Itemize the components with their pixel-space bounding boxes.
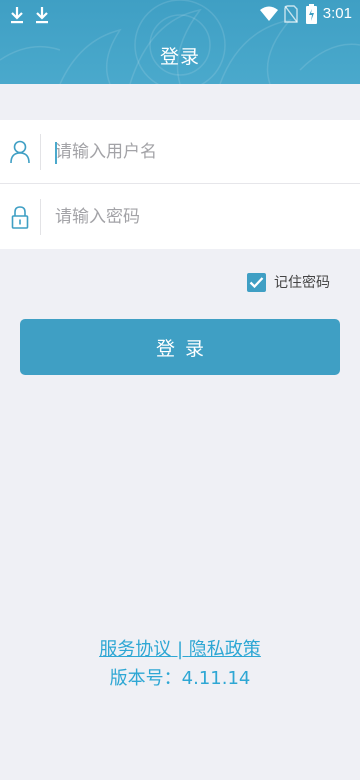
remember-checkbox[interactable] [247, 272, 266, 292]
username-input[interactable] [55, 134, 345, 170]
password-row [0, 185, 360, 249]
status-time: 3:01 [322, 5, 352, 22]
text-cursor [55, 142, 57, 164]
wifi-icon [260, 6, 278, 21]
login-button[interactable]: 登录 [20, 319, 340, 375]
login-form [0, 120, 360, 249]
download-icon [11, 7, 23, 24]
field-divider [40, 134, 41, 170]
download-icon [36, 7, 48, 24]
status-bar: 3:01 [0, 0, 360, 30]
battery-charging-icon [306, 4, 317, 24]
remember-label: 记住密码 [274, 275, 330, 291]
app-header: 3:01 登录 [0, 0, 360, 84]
footer: 服务协议 | 隐私政策 版本号：4.11.14 [0, 636, 360, 693]
service-agreement-link[interactable]: 服务协议 [99, 639, 171, 660]
version-label: 版本号：4.11.14 [109, 668, 251, 689]
password-input[interactable] [55, 199, 345, 235]
link-separator: | [171, 639, 189, 660]
field-divider [40, 199, 41, 235]
footer-links: 服务协议 | 隐私政策 [0, 636, 360, 664]
username-row [0, 120, 360, 184]
remember-password[interactable]: 记住密码 [247, 270, 330, 294]
checkmark-icon [249, 276, 264, 288]
privacy-policy-link[interactable]: 隐私政策 [189, 639, 261, 660]
lock-icon [11, 206, 29, 229]
user-icon [10, 140, 30, 164]
page-title: 登录 [159, 46, 200, 68]
no-sim-icon [284, 5, 298, 23]
